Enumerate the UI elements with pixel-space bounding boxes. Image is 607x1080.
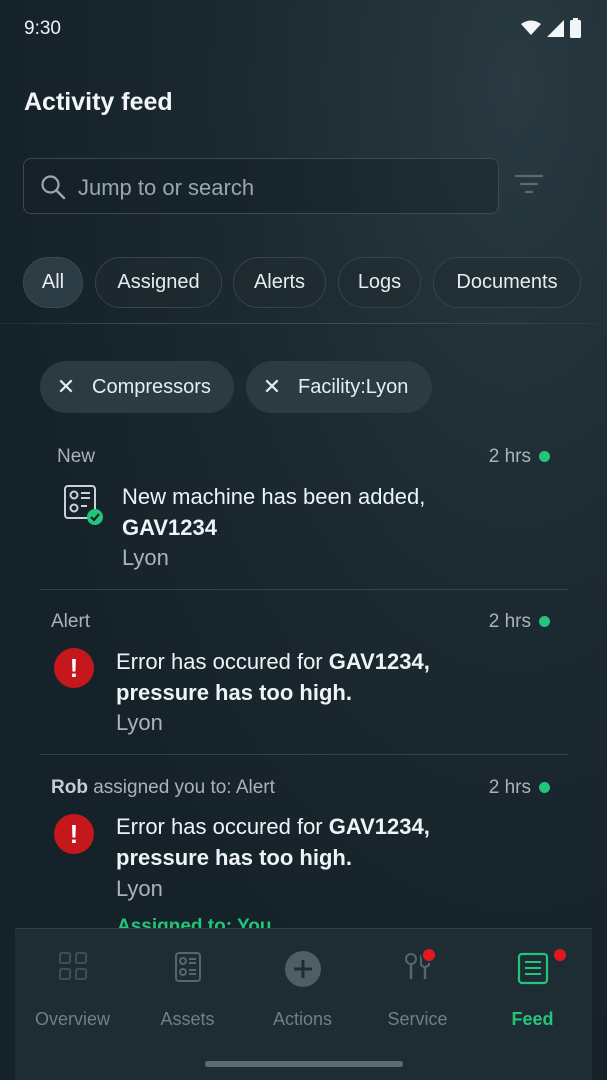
notification-badge (421, 947, 437, 963)
unread-dot (539, 616, 550, 627)
chip-all[interactable]: All (23, 257, 83, 308)
machine-added-icon (64, 485, 103, 525)
applied-filter-compressors[interactable]: ✕ Compressors (40, 361, 234, 413)
status-icons (521, 18, 581, 38)
feed-divider (40, 589, 568, 590)
message-asset-id: GAV1234, (328, 814, 430, 839)
feed-item-category: New (57, 446, 96, 467)
status-time: 9:30 (24, 18, 61, 39)
feed-item-message: Error has occured for GAV1234, pressure … (116, 646, 536, 708)
page-title: Activity feed (24, 88, 173, 116)
chip-documents[interactable]: Documents (433, 257, 581, 308)
alert-icon: ! (54, 648, 94, 688)
assets-icon (174, 952, 201, 982)
feed-item-time: 2 hrs (488, 611, 531, 632)
nav-actions[interactable]: Actions (245, 929, 360, 1049)
nav-label: Overview (34, 1009, 110, 1029)
notification-badge (552, 947, 568, 963)
assigner-name: Rob (51, 777, 88, 798)
chip-alerts[interactable]: Alerts (233, 257, 326, 308)
chips-divider (0, 323, 607, 324)
feed-item-message: New machine has been added, GAV1234 (122, 481, 522, 543)
message-plain: Error has occured for (116, 814, 329, 839)
applied-filter-label: Facility:Lyon (298, 375, 409, 398)
filter-icon[interactable] (515, 172, 543, 196)
nav-label: Actions (272, 1009, 333, 1029)
search-input[interactable]: Jump to or search (23, 158, 499, 214)
message-asset-id: GAV1234 (122, 515, 217, 540)
feed-item-message: Error has occured for GAV1234, pressure … (116, 811, 536, 873)
nav-overview[interactable]: Overview (15, 929, 130, 1049)
chip-assigned[interactable]: Assigned (95, 257, 222, 308)
feed-divider (40, 754, 568, 755)
message-plain: Error has occured for (116, 649, 329, 674)
feed-item-location: Lyon (116, 876, 163, 901)
feed-item-location: Lyon (116, 710, 163, 735)
message-detail: pressure has too high. (116, 680, 352, 705)
applied-filter-label: Compressors (92, 375, 211, 398)
add-circle-icon (284, 951, 321, 987)
nav-assets[interactable]: Assets (130, 929, 245, 1049)
nav-feed[interactable]: Feed (475, 929, 590, 1049)
nav-label: Service (387, 1009, 448, 1029)
home-indicator[interactable] (205, 1061, 403, 1067)
nav-label: Assets (160, 1009, 215, 1029)
grid-icon (58, 952, 87, 980)
assignment-text: assigned you to: Alert (87, 777, 275, 798)
message-asset-id: GAV1234, (328, 649, 430, 674)
alert-icon: ! (54, 814, 94, 854)
feed-item-category: Alert (51, 611, 91, 632)
battery-icon (570, 18, 581, 38)
bottom-nav: Overview Assets Actions Service Feed (15, 928, 592, 1080)
feed-item-time: 2 hrs (488, 446, 531, 467)
nav-label: Feed (511, 1009, 554, 1029)
message-plain: New machine has been added, (122, 484, 426, 509)
feed-icon (517, 952, 548, 985)
close-icon[interactable]: ✕ (40, 374, 92, 400)
close-icon[interactable]: ✕ (246, 374, 298, 400)
unread-dot (539, 782, 550, 793)
message-detail: pressure has too high. (116, 845, 352, 870)
feed-item-category: Rob assigned you to: Alert (51, 777, 275, 799)
unread-dot (539, 451, 550, 462)
search-placeholder: Jump to or search (78, 175, 255, 200)
status-bar: 9:30 (0, 0, 607, 58)
feed-item-location: Lyon (122, 545, 169, 570)
cellular-icon (547, 19, 564, 37)
search-icon (41, 175, 66, 200)
activity-feed-screen: 9:30 Activity feed Jump to or search All… (0, 0, 607, 1080)
wifi-icon (521, 20, 541, 35)
chip-logs[interactable]: Logs (338, 257, 421, 308)
feed-item-time: 2 hrs (488, 777, 531, 798)
applied-filter-facility[interactable]: ✕ Facility:Lyon (246, 361, 432, 413)
nav-service[interactable]: Service (360, 929, 475, 1049)
